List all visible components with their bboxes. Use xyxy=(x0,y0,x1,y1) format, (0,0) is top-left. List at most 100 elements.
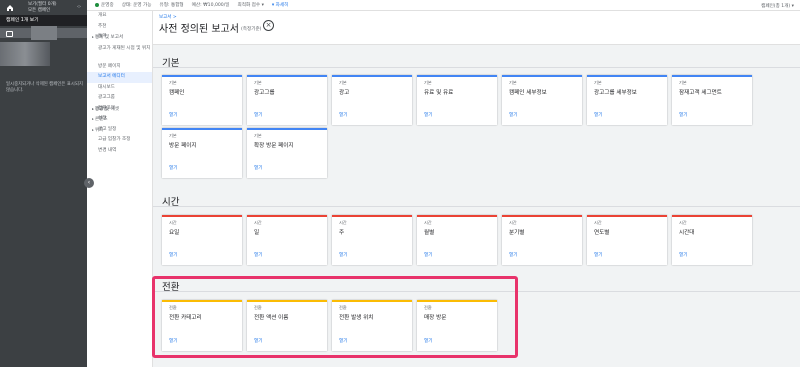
page-title: 사전 정의된 보고서 (측정기준) xyxy=(159,20,261,35)
card-open-link[interactable]: 열기 xyxy=(254,252,262,258)
nav-item[interactable]: 방문 페이지 xyxy=(87,62,152,73)
card-open-link[interactable]: 열기 xyxy=(254,165,262,171)
card-report-name: 광고그룹 세부정보 xyxy=(594,90,637,96)
card-open-link[interactable]: 열기 xyxy=(169,112,177,118)
nav-item[interactable]: 대시보드 xyxy=(87,83,152,94)
card-report-name: 광고그룹 xyxy=(254,90,275,96)
nav-item[interactable]: 통계 및 보고서 xyxy=(87,32,152,43)
report-card[interactable]: 시간 요일 열기 xyxy=(162,215,242,265)
card-category: 시간 xyxy=(594,220,602,225)
report-card[interactable]: 시간주열기 xyxy=(332,215,412,265)
card-report-name: 월별 xyxy=(424,230,435,236)
nav-item[interactable]: 광고가 게재된 시점 및 위치 xyxy=(87,43,152,62)
filter-view-label: 보기(필터 0개) xyxy=(28,1,57,7)
card-category: 기본 xyxy=(339,80,347,85)
card-category: 기본 xyxy=(424,80,432,85)
card-report-name: 광고 xyxy=(339,90,350,96)
card-report-name: 시간대 xyxy=(679,230,695,236)
card-category: 기본 xyxy=(254,133,262,138)
card-open-link[interactable]: 열기 xyxy=(424,112,432,118)
nav-item[interactable]: 동영상 xyxy=(87,104,152,115)
card-open-link[interactable]: 열기 xyxy=(339,112,347,118)
card-report-name: 방문 페이지 xyxy=(169,143,197,149)
card-open-link[interactable]: 열기 xyxy=(594,112,602,118)
card-open-link[interactable]: 열기 xyxy=(169,252,177,258)
card-open-link[interactable]: 열기 xyxy=(679,112,687,118)
report-card[interactable]: 기본 캠페인 세부정보 열기 xyxy=(502,75,582,125)
card-report-name: 일 xyxy=(254,230,260,236)
budget-status[interactable]: 예산: ₩10,000/일 xyxy=(192,2,230,8)
close-icon[interactable]: × xyxy=(263,20,274,31)
nav-item[interactable]: 광고그룹 xyxy=(87,93,152,104)
nav-item[interactable]: 콘텐츠 xyxy=(87,114,152,125)
details-toggle[interactable]: ▾ 자세히 xyxy=(272,2,288,8)
report-card[interactable]: 시간 분기별 열기 xyxy=(502,215,582,265)
card-category: 시간 xyxy=(339,220,347,225)
nav-item[interactable]: 변경 내역 xyxy=(87,146,152,157)
hidden-campaigns-note: 일시중지되거나 삭제된 캠페인은 표시되지 않습니다. xyxy=(6,82,83,93)
report-card[interactable]: 기본방문 페이지열기 xyxy=(162,128,242,178)
card-report-name: 캠페인 xyxy=(169,90,185,96)
report-card[interactable]: 시간연도별열기 xyxy=(587,215,667,265)
status-text: 운영중 xyxy=(101,3,114,8)
nav-item[interactable]: 보고서 에디터 xyxy=(87,72,152,83)
report-card[interactable]: 기본광고그룹 세부정보열기 xyxy=(587,75,667,125)
campaign-icon xyxy=(6,31,13,37)
card-category: 시간 xyxy=(254,220,262,225)
redacted-campaign-name xyxy=(31,26,57,40)
card-open-link[interactable]: 열기 xyxy=(679,252,687,258)
redacted-campaign-thumbnail xyxy=(0,42,50,66)
card-open-link[interactable]: 열기 xyxy=(339,252,347,258)
card-category: 기본 xyxy=(594,80,602,85)
status-dot-icon xyxy=(95,2,99,7)
card-category: 기본 xyxy=(679,80,687,85)
card-report-name: 주 xyxy=(339,230,345,236)
campaign-count-tab[interactable]: 캠페인 1개 보기 xyxy=(0,15,87,26)
card-report-name: 확장 방문 페이지 xyxy=(254,143,294,149)
report-card[interactable]: 시간월별열기 xyxy=(417,215,497,265)
report-card[interactable]: 기본잠재고객 세그먼트열기 xyxy=(672,75,752,125)
campaign-status-bar: 운영중 상태: 운영 가능 유형: 통합형 예산: ₩10,000/일 최적화 … xyxy=(87,0,800,11)
card-category: 기본 xyxy=(254,80,262,85)
nav-item[interactable]: 추천 xyxy=(87,22,152,33)
report-card[interactable]: 시간일열기 xyxy=(247,215,327,265)
report-card[interactable]: 기본광고그룹열기 xyxy=(247,75,327,125)
nav-item[interactable]: 고급 입찰가 조정 xyxy=(87,135,152,146)
report-card[interactable]: 기본광고열기 xyxy=(332,75,412,125)
chevron-icon[interactable]: ‹› xyxy=(77,4,81,10)
collapse-sidebar-button[interactable]: ‹ xyxy=(84,178,94,188)
all-campaigns-label: 모든 캠페인 xyxy=(28,7,51,13)
report-card[interactable]: 시간시간대열기 xyxy=(672,215,752,265)
card-category: 시간 xyxy=(509,220,517,225)
nav-item[interactable]: 개요 xyxy=(87,11,152,22)
policy-status: 상태: 운영 가능 xyxy=(121,3,152,8)
card-report-name: 잠재고객 세그먼트 xyxy=(679,90,722,96)
campaign-list-item[interactable] xyxy=(0,26,87,66)
card-category: 기본 xyxy=(509,80,517,85)
home-icon[interactable] xyxy=(6,4,14,12)
report-card[interactable]: 기본확장 방문 페이지열기 xyxy=(247,128,327,178)
account-sidebar: 보기(필터 0개) 모든 캠페인 ‹› 캠페인 1개 보기 일시중지되거나 삭제… xyxy=(0,0,87,367)
card-open-link[interactable]: 열기 xyxy=(594,252,602,258)
card-open-link[interactable]: 열기 xyxy=(169,165,177,171)
card-category: 시간 xyxy=(679,220,687,225)
report-card[interactable]: 기본 유료 및 유료 열기 xyxy=(417,75,497,125)
card-category: 시간 xyxy=(424,220,432,225)
optimization-score[interactable]: 최적화 점수 ▾ xyxy=(238,2,264,8)
page-subtitle: (측정기준) xyxy=(240,27,262,32)
card-open-link[interactable]: 열기 xyxy=(254,112,262,118)
report-card[interactable]: 기본캠페인열기 xyxy=(162,75,242,125)
nav-item[interactable]: 위치 xyxy=(87,125,152,136)
card-category: 시간 xyxy=(169,220,177,225)
card-open-link[interactable]: 열기 xyxy=(509,252,517,258)
campaign-count-dropdown[interactable]: 캠페인(총 1개) ▾ xyxy=(761,3,794,9)
card-open-link[interactable]: 열기 xyxy=(424,252,432,258)
section-divider xyxy=(153,67,800,68)
card-open-link[interactable]: 열기 xyxy=(509,112,517,118)
page-navigation: 개요추천통계 및 보고서통계광고가 게재된 시점 및 위치방문 페이지보고서 에… xyxy=(87,11,153,367)
card-report-name: 연도별 xyxy=(594,230,610,236)
account-header[interactable]: 보기(필터 0개) 모든 캠페인 ‹› xyxy=(0,0,87,15)
section-divider xyxy=(153,206,800,207)
card-category: 기본 xyxy=(169,133,177,138)
card-category: 기본 xyxy=(169,80,177,85)
